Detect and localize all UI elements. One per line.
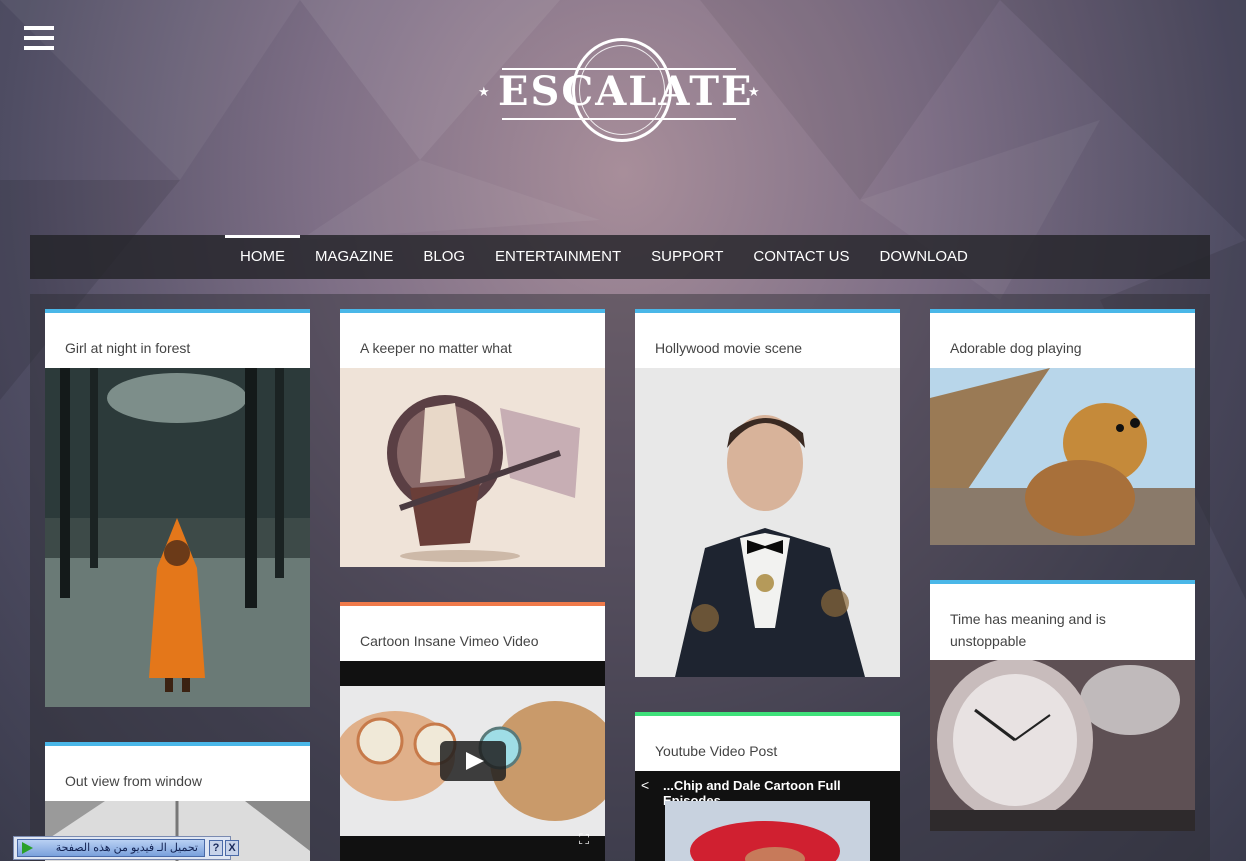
star-icon: ★ [748, 84, 760, 99]
post-card-vimeo[interactable]: Cartoon Insane Vimeo Video ⛶ [340, 602, 605, 861]
nav-magazine[interactable]: MAGAZINE [300, 235, 408, 279]
post-title[interactable]: Youtube Video Post [635, 716, 900, 762]
post-title[interactable]: Cartoon Insane Vimeo Video [340, 606, 605, 652]
nav-entertainment[interactable]: ENTERTAINMENT [480, 235, 636, 279]
close-button[interactable]: X [225, 840, 239, 856]
vimeo-video-player[interactable]: ⛶ [340, 661, 605, 861]
nav-home[interactable]: HOME [225, 235, 300, 279]
posts-grid: Girl at night in forest Out view from wi… [30, 294, 1210, 861]
cartoon-video-frame [665, 801, 870, 861]
post-title[interactable]: Hollywood movie scene [635, 313, 900, 359]
nav-support[interactable]: SUPPORT [636, 235, 738, 279]
help-button[interactable]: ? [209, 840, 223, 856]
post-title[interactable]: Time has meaning and is unstoppable [930, 584, 1195, 652]
nav-blog[interactable]: BLOG [408, 235, 480, 279]
post-title[interactable]: Out view from window [45, 746, 310, 792]
post-card-youtube[interactable]: Youtube Video Post < ...Chip and Dale Ca… [635, 712, 900, 861]
hollywood-portrait-image[interactable] [635, 368, 900, 677]
post-card-time[interactable]: Time has meaning and is unstoppable [930, 580, 1195, 831]
nav-download[interactable]: DOWNLOAD [865, 235, 983, 279]
clock-image[interactable] [930, 660, 1195, 831]
share-icon[interactable]: < [641, 777, 649, 793]
hamburger-menu-icon[interactable] [24, 26, 54, 52]
post-card-dog[interactable]: Adorable dog playing [930, 309, 1195, 545]
logo-bottom-line [502, 118, 736, 120]
girl-forest-image[interactable] [45, 368, 310, 707]
post-card-girl[interactable]: Girl at night in forest [45, 309, 310, 707]
post-title[interactable]: A keeper no matter what [340, 313, 605, 359]
download-video-button[interactable]: تحميل الـ فيديو من هذه الصفحة [17, 839, 205, 857]
youtube-video-player[interactable]: < ...Chip and Dale Cartoon Full Episodes [635, 771, 900, 861]
fullscreen-icon[interactable]: ⛶ [576, 831, 592, 847]
post-title[interactable]: Girl at night in forest [45, 313, 310, 359]
post-title[interactable]: Adorable dog playing [930, 313, 1195, 359]
post-card-keeper[interactable]: A keeper no matter what [340, 309, 605, 567]
viking-illustration-image[interactable] [340, 368, 605, 567]
star-icon: ★ [478, 84, 490, 99]
play-arrow-icon [22, 842, 33, 854]
logo-text: ESCALATE [498, 68, 754, 115]
dog-image[interactable] [930, 368, 1195, 545]
video-play-button[interactable] [440, 741, 506, 781]
main-navigation: HOME MAGAZINE BLOG ENTERTAINMENT SUPPORT… [30, 235, 1210, 279]
post-card-hollywood[interactable]: Hollywood movie scene [635, 309, 900, 677]
video-download-extension-bar: تحميل الـ فيديو من هذه الصفحة ? X [13, 836, 239, 860]
nav-contact-us[interactable]: CONTACT US [738, 235, 864, 279]
site-logo[interactable]: ESCALATE ★ ★ [478, 38, 760, 148]
